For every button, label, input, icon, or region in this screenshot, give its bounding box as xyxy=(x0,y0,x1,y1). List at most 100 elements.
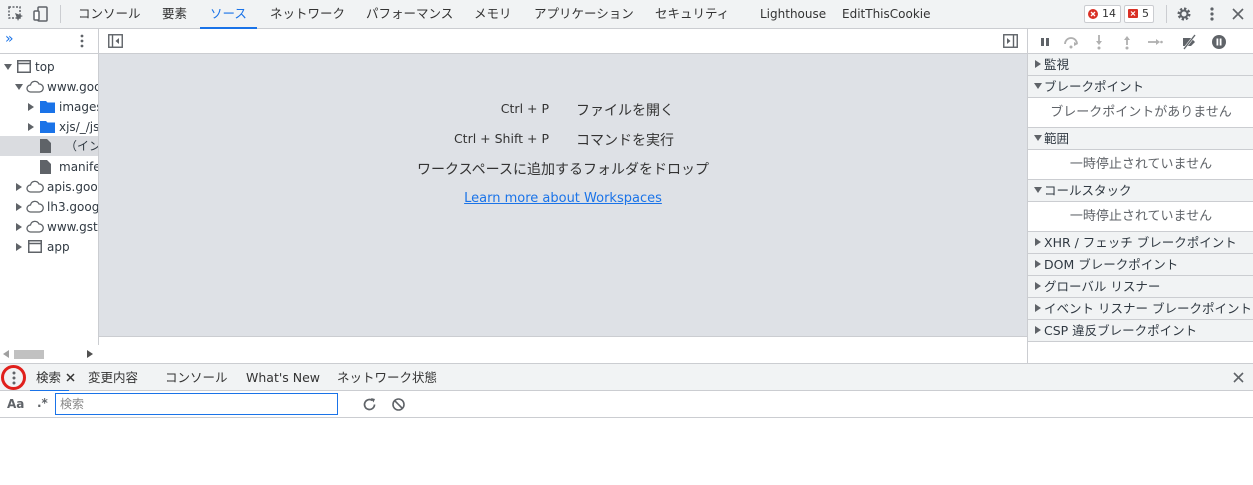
drawer-tab-network-conditions[interactable]: ネットワーク状態 xyxy=(337,364,437,391)
tab-lighthouse[interactable]: Lighthouse xyxy=(760,0,826,28)
close-devtools-icon[interactable] xyxy=(1229,5,1247,23)
section-breakpoints[interactable]: ブレークポイント xyxy=(1028,76,1253,98)
tree-item-label: （インデックス） xyxy=(65,139,98,153)
more-options-icon[interactable] xyxy=(1203,5,1221,23)
toggle-navigator-icon[interactable] xyxy=(108,34,123,48)
collapsed-arrow-icon xyxy=(28,103,34,111)
collapsed-arrow-icon xyxy=(1035,260,1041,268)
toggle-debugger-icon[interactable] xyxy=(1003,34,1018,48)
section-event-listener-breakpoints[interactable]: イベント リスナー ブレークポイント xyxy=(1028,298,1253,320)
section-scope[interactable]: 範囲 xyxy=(1028,128,1253,150)
issue-count: 5 xyxy=(1142,7,1149,20)
match-case-toggle[interactable]: Aa xyxy=(7,397,24,411)
expanded-arrow-icon xyxy=(1034,187,1042,193)
tab-editthiscookie[interactable]: EditThisCookie xyxy=(842,0,931,28)
close-drawer-icon[interactable] xyxy=(1233,372,1244,383)
navigator-horizontal-scrollbar[interactable] xyxy=(0,345,99,363)
section-title: コールスタック xyxy=(1044,183,1132,198)
drawer-tab-changes[interactable]: 変更内容 xyxy=(88,364,138,391)
tree-item-label: manifest xyxy=(59,160,98,174)
pause-icon[interactable] xyxy=(1037,34,1053,50)
tree-item-folder[interactable]: images xyxy=(0,97,99,117)
tab-network[interactable]: ネットワーク xyxy=(270,0,345,28)
folder-icon xyxy=(40,101,55,113)
tree-item-domain[interactable]: apis.google xyxy=(0,177,98,197)
collapsed-arrow-icon xyxy=(28,123,34,131)
learn-workspaces-link[interactable]: Learn more about Workspaces xyxy=(99,191,1027,206)
tree-item-label: app xyxy=(47,240,70,254)
collapsed-arrow-icon xyxy=(1035,238,1041,246)
drawer-tab-label: 検索 xyxy=(36,370,62,385)
tree-item-file-selected[interactable]: （インデックス） xyxy=(0,136,98,156)
expanded-arrow-icon xyxy=(4,64,12,70)
folder-icon xyxy=(40,121,55,133)
section-title: イベント リスナー ブレークポイント xyxy=(1044,301,1252,316)
highlight-annotation-circle xyxy=(1,365,26,390)
tab-sources[interactable]: ソース xyxy=(200,0,257,29)
issue-count-badge[interactable]: 5 xyxy=(1124,5,1154,23)
tree-item-domain[interactable]: www.gstatic xyxy=(0,217,98,237)
tab-memory[interactable]: メモリ xyxy=(474,0,512,28)
collapsed-arrow-icon xyxy=(1035,326,1041,334)
tab-elements[interactable]: 要素 xyxy=(162,0,187,28)
section-csp-breakpoints[interactable]: CSP 違反ブレークポイント xyxy=(1028,320,1253,342)
section-xhr-breakpoints[interactable]: XHR / フェッチ ブレークポイント xyxy=(1028,232,1253,254)
error-count-badge[interactable]: 14 xyxy=(1084,5,1121,23)
section-watch[interactable]: 監視 xyxy=(1028,54,1253,76)
regex-toggle[interactable]: .* xyxy=(37,396,48,410)
scroll-left-arrow-icon[interactable] xyxy=(3,350,9,358)
step-into-icon[interactable] xyxy=(1091,34,1107,50)
open-file-label: ファイルを開く xyxy=(576,103,674,119)
tab-performance[interactable]: パフォーマンス xyxy=(366,0,453,28)
tab-security[interactable]: セキュリティ xyxy=(655,0,729,28)
tree-item-file[interactable]: manifest xyxy=(0,157,98,177)
tree-item-folder[interactable]: xjs/_/js/ xyxy=(0,117,98,137)
frame-icon xyxy=(28,240,42,253)
collapsed-arrow-icon xyxy=(16,243,22,251)
collapsed-arrow-icon xyxy=(1035,282,1041,290)
drawer-tab-whats-new[interactable]: What's New xyxy=(246,364,320,391)
navigator-menu-icon[interactable] xyxy=(79,34,85,48)
step-over-icon[interactable] xyxy=(1063,34,1079,50)
step-out-icon[interactable] xyxy=(1119,34,1135,50)
callstack-empty-message: 一時停止されていません xyxy=(1028,202,1253,232)
deactivate-breakpoints-icon[interactable] xyxy=(1181,34,1197,50)
step-icon[interactable] xyxy=(1147,34,1163,50)
breakpoints-empty-message: ブレークポイントがありません xyxy=(1028,98,1253,128)
tab-console[interactable]: コンソール xyxy=(78,0,141,28)
search-toolbar: Aa .* xyxy=(0,391,1253,418)
drawer-tab-search[interactable]: 検索 xyxy=(29,364,75,392)
cloud-icon xyxy=(26,180,44,193)
tree-item-label: images xyxy=(59,100,99,114)
section-global-listeners[interactable]: グローバル リスナー xyxy=(1028,276,1253,298)
scroll-right-arrow-icon[interactable] xyxy=(87,350,93,358)
scrollbar-thumb[interactable] xyxy=(14,350,44,359)
settings-gear-icon[interactable] xyxy=(1175,5,1193,23)
file-navigator: » top www.google images xjs/_/js/ （インデック… xyxy=(0,29,99,363)
tree-item-domain[interactable]: lh3.googleu xyxy=(0,197,98,217)
issue-icon xyxy=(1128,9,1138,18)
debugger-sidebar: 監視 ブレークポイント ブレークポイントがありません 範囲 一時停止されていませ… xyxy=(1027,29,1253,363)
device-toolbar-icon[interactable] xyxy=(32,5,50,23)
tree-item-frame[interactable]: app xyxy=(0,237,98,257)
toolbar-separator xyxy=(60,5,61,23)
section-call-stack[interactable]: コールスタック xyxy=(1028,180,1253,202)
more-tabs-chevron-icon[interactable]: » xyxy=(5,31,14,47)
inspect-element-icon[interactable] xyxy=(7,5,25,23)
pause-on-exceptions-icon[interactable] xyxy=(1211,34,1227,50)
section-title: 監視 xyxy=(1044,57,1070,72)
cloud-icon xyxy=(26,200,44,213)
refresh-icon[interactable] xyxy=(362,397,377,412)
drawer-tab-console[interactable]: コンソール xyxy=(165,364,228,391)
tree-item-top[interactable]: top xyxy=(0,57,98,77)
clear-icon[interactable] xyxy=(391,397,406,412)
collapsed-arrow-icon xyxy=(16,223,22,231)
search-input[interactable] xyxy=(55,393,338,415)
error-icon xyxy=(1088,9,1098,19)
close-tab-icon[interactable] xyxy=(66,373,75,382)
tab-application[interactable]: アプリケーション xyxy=(534,0,634,28)
section-title: ブレークポイント xyxy=(1044,79,1145,94)
tree-item-domain[interactable]: www.google xyxy=(0,77,98,97)
section-dom-breakpoints[interactable]: DOM ブレークポイント xyxy=(1028,254,1253,276)
toolbar-separator xyxy=(1166,5,1167,23)
